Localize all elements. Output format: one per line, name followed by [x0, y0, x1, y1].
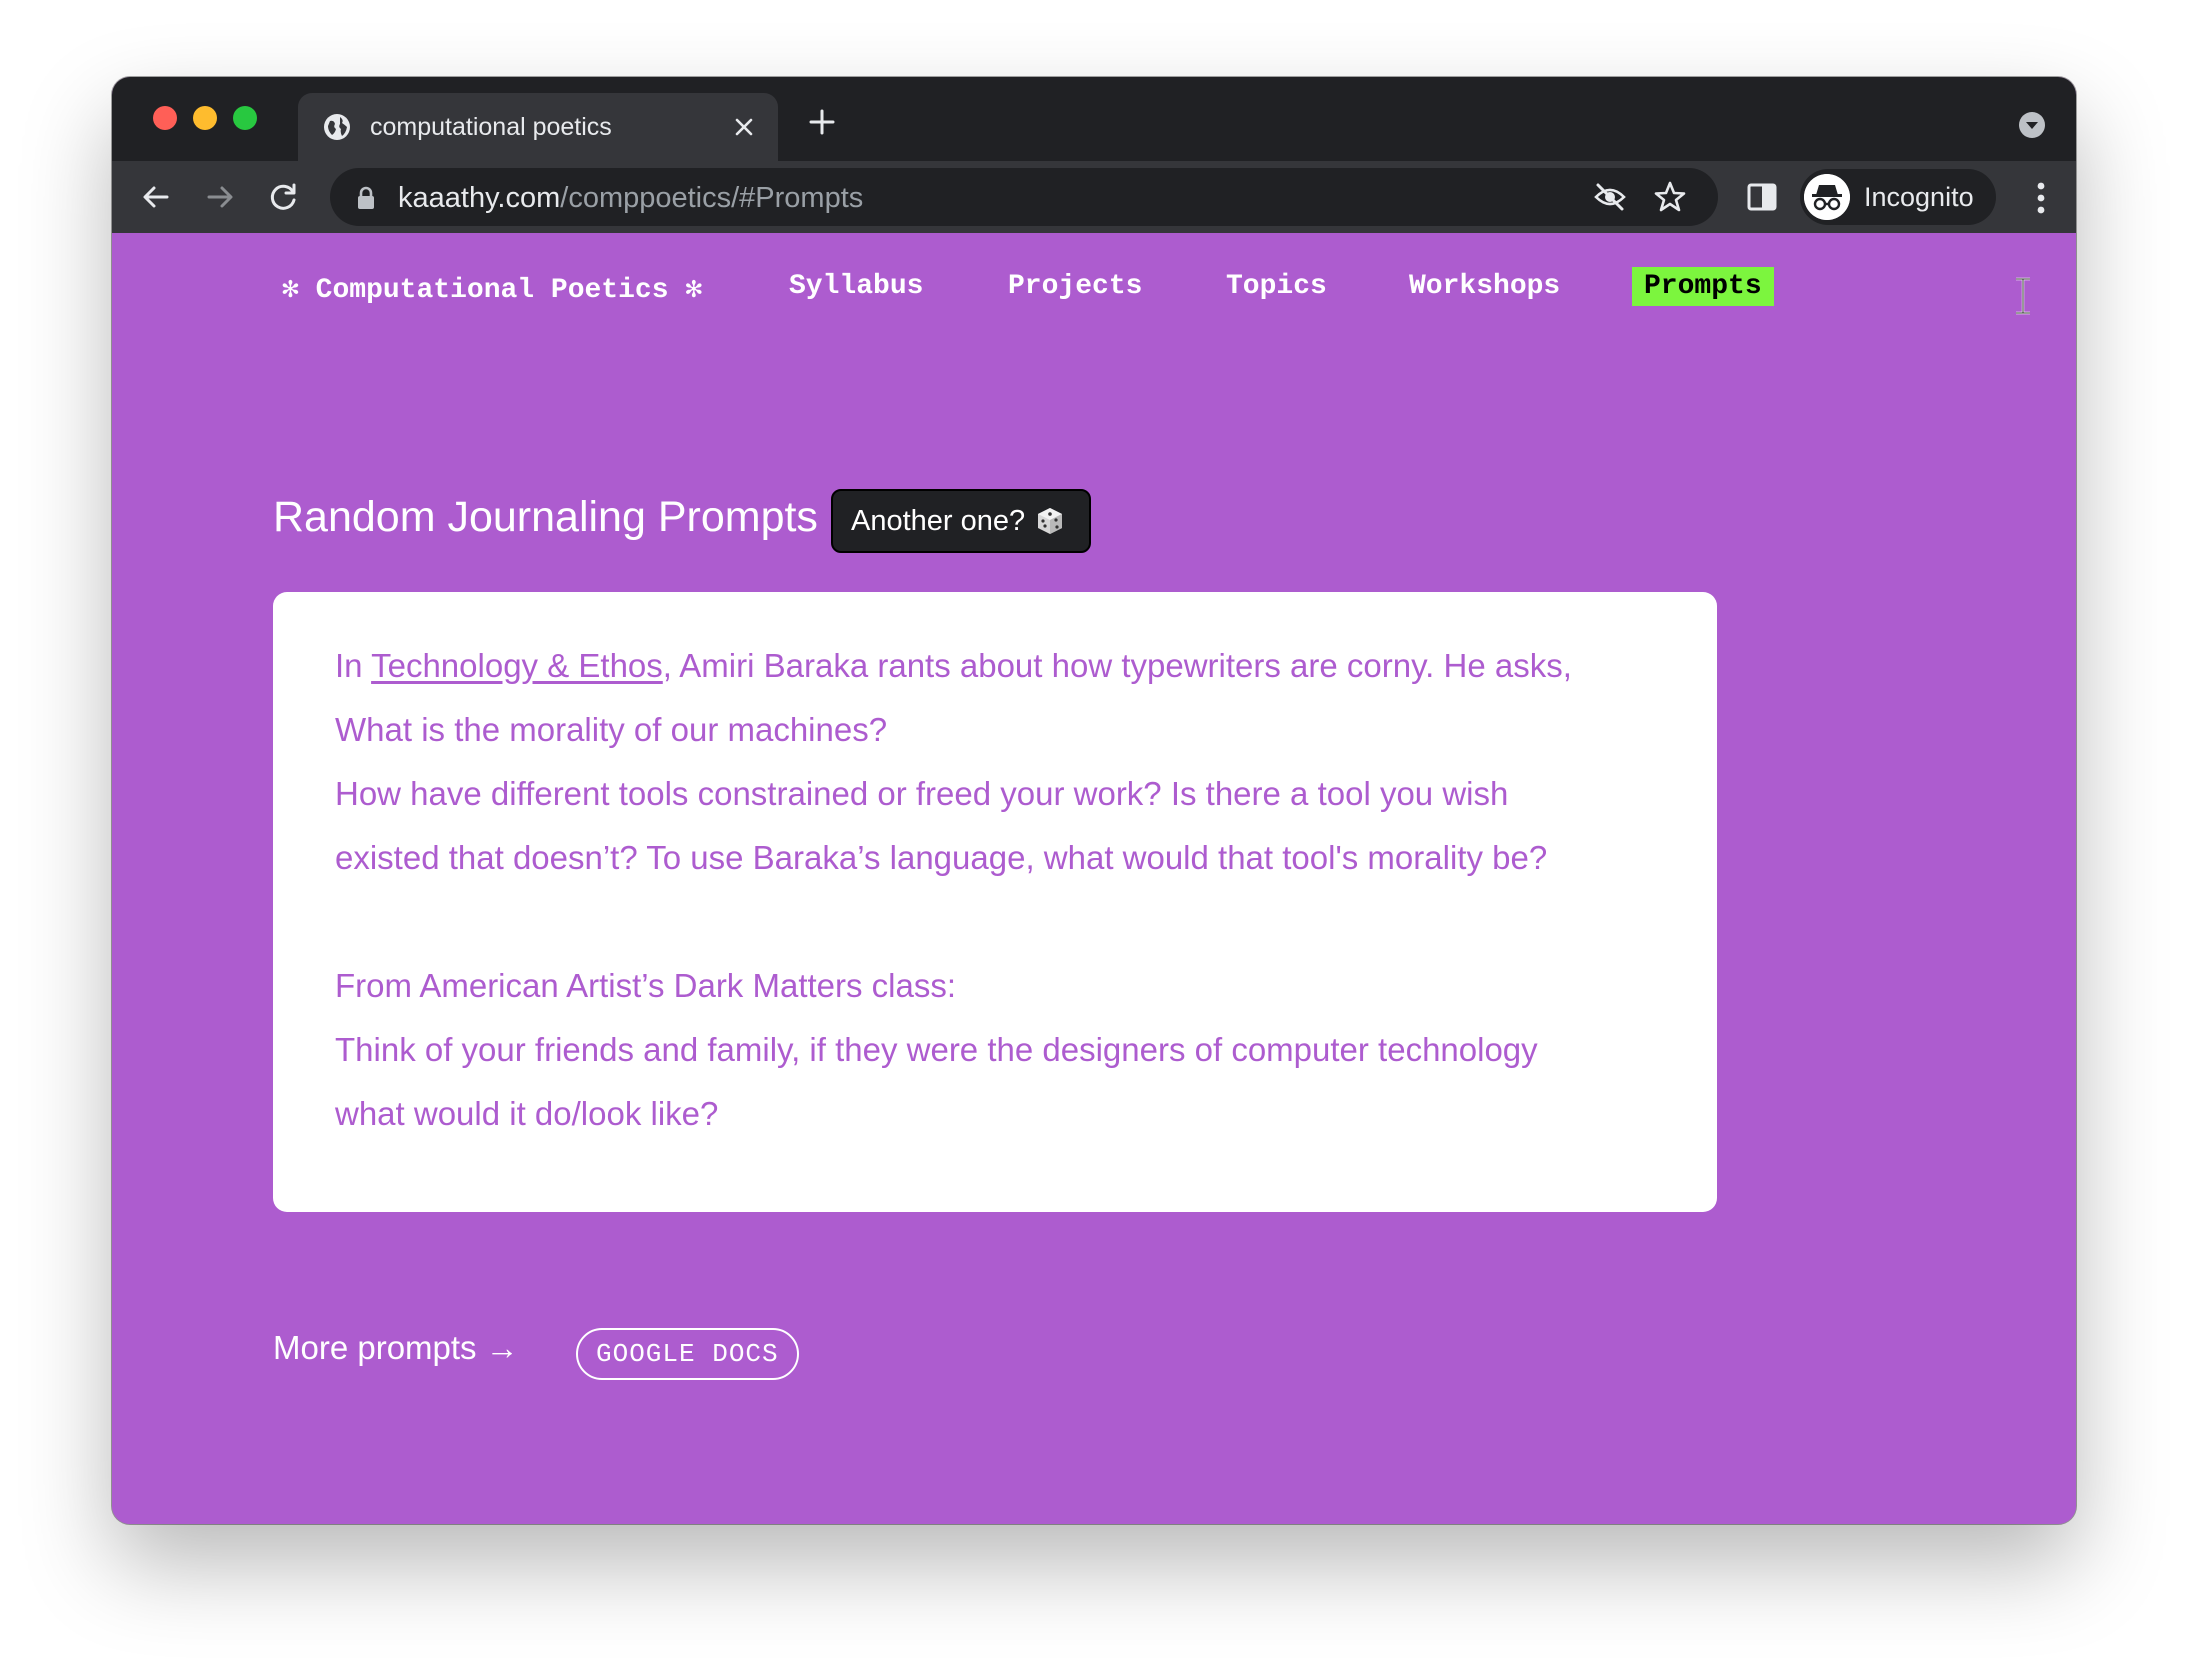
back-icon[interactable] — [138, 179, 174, 215]
lock-icon[interactable] — [356, 186, 376, 210]
nav-item-syllabus[interactable]: Syllabus — [789, 271, 923, 302]
site-nav: ✻ Computational Poetics ✻ Syllabus Proje… — [112, 233, 2076, 333]
eye-off-icon[interactable] — [1592, 179, 1628, 215]
another-prompt-label: Another one? — [851, 505, 1026, 537]
another-prompt-button[interactable]: Another one? — [831, 489, 1092, 553]
url-text: kaaathy.com/comppoetics/#Prompts — [398, 182, 863, 215]
close-icon[interactable] — [732, 115, 756, 139]
nav-item-topics[interactable]: Topics — [1226, 271, 1327, 302]
more-prompts-label: More prompts → — [273, 1329, 519, 1366]
address-bar[interactable]: kaaathy.com/comppoetics/#Prompts — [330, 168, 1718, 226]
prompt-gap — [335, 890, 1675, 954]
menu-dots-icon[interactable] — [2036, 181, 2046, 215]
prompt-intro-suffix: , Amiri Baraka rants about how typewrite… — [662, 647, 1572, 684]
prompt-intro-prefix: In — [335, 647, 372, 684]
tab-search-icon[interactable] — [2018, 111, 2046, 139]
technology-ethos-link[interactable]: Technology & Ethos — [371, 647, 663, 684]
google-docs-button[interactable]: GOOGLE DOCS — [576, 1328, 799, 1380]
active-tab[interactable]: computational poetics — [298, 93, 778, 161]
maximize-window-button[interactable] — [233, 106, 257, 130]
minimize-window-button[interactable] — [193, 106, 217, 130]
side-panel-icon[interactable] — [1744, 179, 1780, 215]
prompt-line-3: How have different tools constrained or … — [335, 775, 1509, 812]
reload-icon[interactable] — [266, 179, 302, 215]
url-host: kaaathy.com — [398, 182, 561, 214]
close-window-button[interactable] — [153, 106, 177, 130]
nav-brand-link[interactable]: ✻ Computational Poetics ✻ — [282, 271, 702, 306]
prompt-line-6: Think of your friends and family, if the… — [335, 1031, 1538, 1068]
nav-item-workshops[interactable]: Workshops — [1409, 271, 1560, 302]
prompt-line-4: existed that doesn’t? To use Baraka’s la… — [335, 839, 1548, 876]
browser-toolbar: kaaathy.com/comppoetics/#Prompts Incogni… — [112, 161, 2076, 233]
globe-icon — [324, 114, 350, 140]
incognito-profile-button[interactable]: Incognito — [1800, 169, 1996, 225]
prompt-line-7: what would it do/look like? — [335, 1095, 719, 1132]
prompt-line-1: In Technology & Ethos, Amiri Baraka rant… — [335, 634, 1675, 698]
prompt-line-2: What is the morality of our machines? — [335, 711, 888, 748]
nav-item-projects[interactable]: Projects — [1008, 271, 1142, 302]
incognito-label: Incognito — [1864, 182, 1974, 212]
dice-icon — [1038, 508, 1063, 534]
incognito-icon — [1804, 174, 1850, 220]
page-heading: Random Journaling Prompts — [273, 493, 818, 541]
web-page: ✻ Computational Poetics ✻ Syllabus Proje… — [112, 233, 2076, 1524]
forward-icon[interactable] — [202, 179, 238, 215]
star-icon[interactable] — [1652, 179, 1688, 215]
prompt-line-5: From American Artist’s Dark Matters clas… — [335, 967, 957, 1004]
nav-item-prompts[interactable]: Prompts — [1632, 267, 1774, 306]
tab-strip: computational poetics — [112, 77, 2076, 161]
plus-icon[interactable] — [807, 107, 837, 137]
tab-title: computational poetics — [370, 113, 612, 141]
prompt-card: In Technology & Ethos, Amiri Baraka rant… — [273, 592, 1717, 1212]
text-cursor-icon — [2016, 277, 2030, 315]
url-path: /comppoetics/#Prompts — [560, 182, 864, 214]
browser-window: computational poetics kaaathy.com/comppo… — [112, 77, 2076, 1524]
prompt-text: In Technology & Ethos, Amiri Baraka rant… — [335, 634, 1675, 1146]
